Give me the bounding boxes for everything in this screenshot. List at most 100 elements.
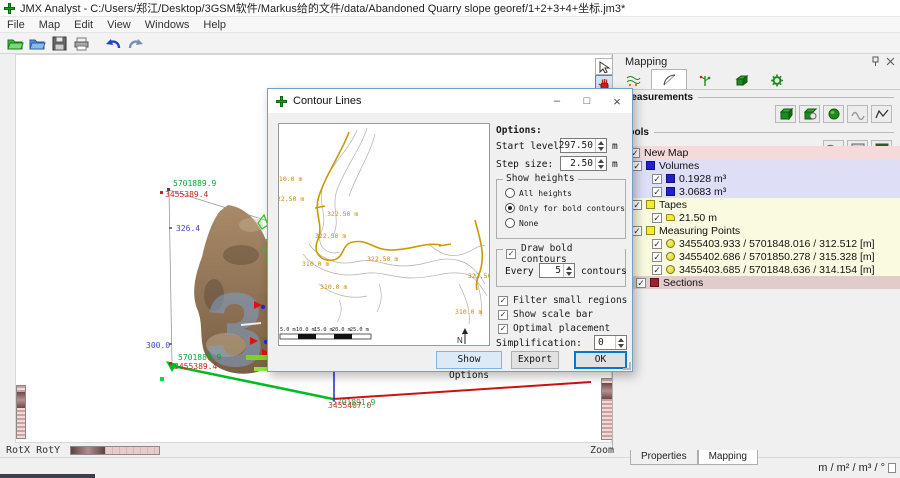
- start-level-input[interactable]: 297.50: [560, 138, 607, 153]
- minimize-button[interactable]: [542, 90, 572, 112]
- menu-view[interactable]: View: [100, 19, 138, 31]
- volume-color-icon: [666, 174, 675, 183]
- label-top-easting: 5701889.9: [173, 179, 217, 188]
- tab-contours[interactable]: [615, 71, 651, 89]
- measure-volume-button[interactable]: [775, 105, 796, 123]
- spin-up[interactable]: [598, 159, 604, 163]
- tab-profile[interactable]: [651, 69, 687, 89]
- checkbox[interactable]: [652, 174, 662, 184]
- filter-small-regions-checkbox[interactable]: Filter small regions: [498, 295, 627, 306]
- close-panel-icon[interactable]: [885, 56, 896, 67]
- tab-mapping[interactable]: Mapping: [698, 450, 758, 465]
- measure-sphere-button[interactable]: [823, 105, 844, 123]
- zoom-slider-thumb[interactable]: [602, 383, 612, 399]
- close-button[interactable]: [602, 90, 632, 112]
- undo-button[interactable]: [102, 34, 124, 53]
- checkbox[interactable]: [632, 200, 642, 210]
- checkbox[interactable]: [652, 265, 662, 275]
- show-scale-bar-checkbox[interactable]: Show scale bar: [498, 309, 593, 320]
- sections-color-icon: [650, 278, 659, 287]
- spin-up[interactable]: [598, 141, 604, 145]
- spin-up[interactable]: [618, 338, 624, 342]
- units-icon[interactable]: [888, 463, 896, 473]
- open-file-button[interactable]: [26, 34, 48, 53]
- step-size-input[interactable]: 2.50: [560, 156, 607, 171]
- window-title: JMX Analyst - C:/Users/郑江/Desktop/3GSM软件…: [20, 0, 625, 16]
- tools-section-header: Tools: [613, 125, 900, 138]
- contour-label: 322.50 m: [315, 232, 346, 240]
- maximize-button[interactable]: [572, 90, 602, 112]
- show-options-button[interactable]: Show Options: [436, 351, 502, 369]
- measure-wave-button[interactable]: [847, 105, 868, 123]
- roty-slider[interactable]: [70, 446, 160, 455]
- measure-profile-button[interactable]: [871, 105, 892, 123]
- resize-grip[interactable]: [623, 362, 631, 370]
- print-button[interactable]: [70, 34, 92, 53]
- spin-down[interactable]: [598, 147, 604, 151]
- redo-button[interactable]: [124, 34, 146, 53]
- tree-item-measuring-points[interactable]: Measuring Points: [614, 224, 900, 237]
- radio-all-heights[interactable]: All heights: [505, 188, 572, 198]
- optimal-placement-checkbox[interactable]: Optimal placement: [498, 323, 610, 334]
- scale-tick: 5.0 m: [280, 327, 296, 333]
- checkbox[interactable]: [636, 278, 646, 288]
- dialog-titlebar[interactable]: Contour Lines: [268, 89, 632, 113]
- radio-none[interactable]: None: [505, 218, 538, 228]
- tree-item-volumes[interactable]: Volumes: [614, 159, 900, 172]
- draw-bold-contours-checkbox[interactable]: Draw bold contours: [503, 243, 625, 265]
- options-heading: Options:: [496, 125, 542, 136]
- open-project-button[interactable]: [4, 34, 26, 53]
- menu-help[interactable]: Help: [196, 19, 233, 31]
- simplification-input[interactable]: 0: [594, 335, 627, 350]
- tree-item-tapes[interactable]: Tapes: [614, 198, 900, 211]
- tree-item-tape-1[interactable]: 21.50 m: [614, 211, 900, 224]
- spin-down[interactable]: [618, 344, 624, 348]
- tree-item-point-3[interactable]: 3455403.685 / 5701848.636 / 314.154 [m]: [614, 263, 900, 276]
- show-heights-group: Show heights All heights Only for bold c…: [496, 179, 626, 239]
- scale-tick: 20.0 m: [332, 327, 351, 333]
- spin-up[interactable]: [566, 266, 572, 270]
- ok-button[interactable]: OK: [574, 351, 627, 369]
- rotx-slider-thumb[interactable]: [17, 392, 25, 408]
- spin-down[interactable]: [566, 272, 572, 276]
- checkbox[interactable]: [652, 239, 662, 249]
- label-bottom-northing: 3455389.4: [174, 362, 218, 371]
- measure-cut-volume-button[interactable]: [799, 105, 820, 123]
- gear-icon: [770, 74, 784, 87]
- tree-item-new-map[interactable]: New Map: [614, 146, 900, 159]
- menu-map[interactable]: Map: [32, 19, 67, 31]
- save-button[interactable]: [48, 34, 70, 53]
- pin-icon[interactable]: [870, 56, 881, 67]
- tree-item-label: Sections: [663, 277, 703, 289]
- tab-properties[interactable]: Properties: [630, 450, 698, 465]
- checkbox[interactable]: [652, 213, 662, 223]
- tree-item-point-2[interactable]: 3455402.686 / 5701850.278 / 315.328 [m]: [614, 250, 900, 263]
- mapping-panel-header: Mapping: [613, 54, 900, 69]
- menu-file[interactable]: File: [0, 19, 32, 31]
- checkbox[interactable]: [652, 187, 662, 197]
- select-tool-button[interactable]: [595, 58, 613, 75]
- tree-item-sections[interactable]: Sections: [614, 276, 900, 289]
- every-input[interactable]: 5: [539, 263, 575, 278]
- menu-edit[interactable]: Edit: [67, 19, 100, 31]
- tab-model[interactable]: [723, 71, 759, 89]
- radio-only-bold[interactable]: Only for bold contours: [505, 203, 625, 213]
- zoom-label: Zoom: [590, 445, 614, 456]
- roty-slider-thumb[interactable]: [71, 447, 105, 454]
- slope-profile-icon: [662, 73, 677, 86]
- tree-item-point-1[interactable]: 3455403.933 / 5701848.016 / 312.512 [m]: [614, 237, 900, 250]
- label-top-northing: 3455389.4: [165, 190, 209, 199]
- export-button[interactable]: Export: [511, 351, 559, 369]
- spin-down[interactable]: [598, 165, 604, 169]
- tab-points[interactable]: [687, 71, 723, 89]
- checkbox[interactable]: [632, 161, 642, 171]
- tab-settings[interactable]: [759, 71, 795, 89]
- checkbox[interactable]: [632, 226, 642, 236]
- menu-windows[interactable]: Windows: [138, 19, 197, 31]
- rotx-slider[interactable]: [16, 385, 26, 439]
- tree-item-volume-1[interactable]: 0.1928 m³: [614, 172, 900, 185]
- checkbox[interactable]: [652, 252, 662, 262]
- bold-contours-group: Draw bold contours Every 5 contours: [496, 249, 626, 287]
- tree-item-volume-2[interactable]: 3.0683 m³: [614, 185, 900, 198]
- rotation-controls: RotX RotY: [0, 443, 612, 457]
